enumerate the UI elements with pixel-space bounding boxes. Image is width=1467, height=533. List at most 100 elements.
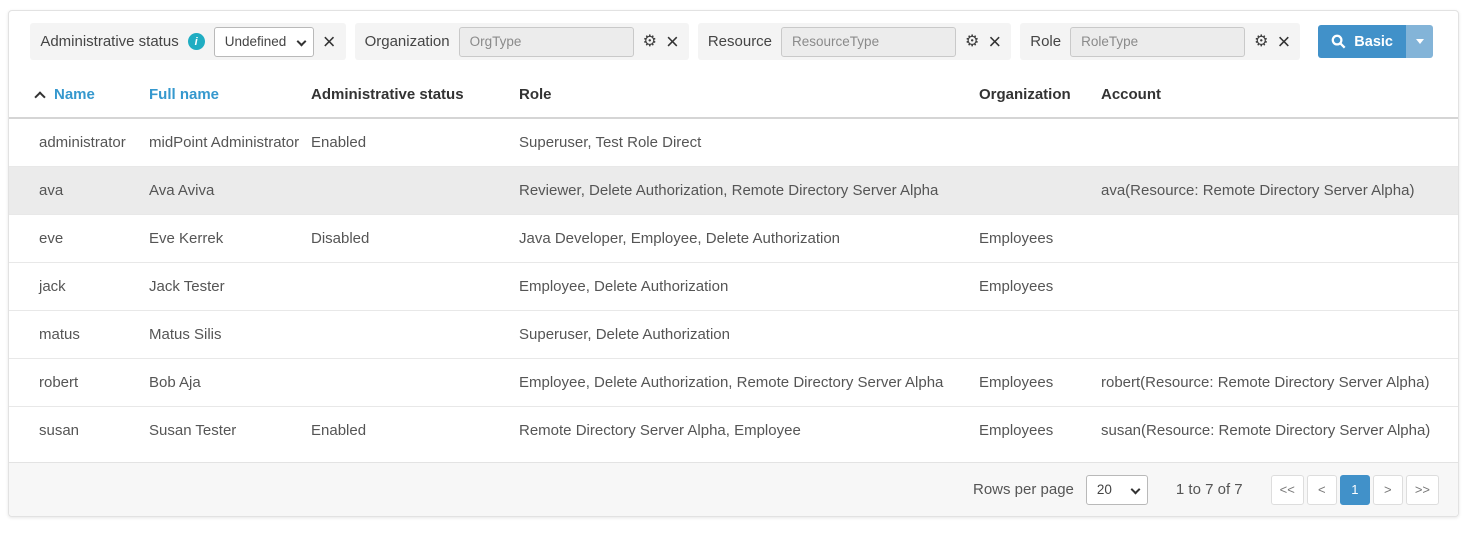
table-row[interactable]: jack Jack Tester Employee, Delete Author… bbox=[9, 263, 1458, 311]
cell-full-name: Susan Tester bbox=[141, 407, 303, 455]
cell-role: Superuser, Test Role Direct bbox=[511, 118, 971, 167]
cell-account bbox=[1093, 215, 1458, 263]
cell-name: matus bbox=[9, 311, 141, 359]
search-icon bbox=[1331, 34, 1346, 49]
table-row[interactable]: eve Eve Kerrek Disabled Java Developer, … bbox=[9, 215, 1458, 263]
filter-resource: Resource ⚙ × bbox=[698, 23, 1011, 60]
remove-resource-filter-icon[interactable]: × bbox=[988, 31, 1001, 53]
cell-full-name: Matus Silis bbox=[141, 311, 303, 359]
pagination-next-button[interactable]: > bbox=[1373, 475, 1403, 505]
resource-input[interactable] bbox=[781, 27, 956, 57]
column-name-link[interactable]: Name bbox=[54, 86, 95, 103]
cell-organization: Employees bbox=[971, 263, 1093, 311]
filter-organization-label: Organization bbox=[365, 33, 450, 50]
cell-organization: Employees bbox=[971, 359, 1093, 407]
resource-settings-gear-icon[interactable]: ⚙ bbox=[965, 34, 979, 50]
cell-role: Java Developer, Employee, Delete Authori… bbox=[511, 215, 971, 263]
cell-full-name: Jack Tester bbox=[141, 263, 303, 311]
pagination-range-text: 1 to 7 of 7 bbox=[1176, 481, 1243, 498]
pagination-last-button[interactable]: >> bbox=[1406, 475, 1439, 505]
column-header-full-name: Full name bbox=[141, 72, 303, 118]
cell-organization bbox=[971, 118, 1093, 167]
column-header-name: Name bbox=[9, 72, 141, 118]
table-footer: Rows per page 20 1 to 7 of 7 << < 1 > >> bbox=[9, 462, 1458, 516]
user-table-body: administrator midPoint Administrator Ena… bbox=[9, 118, 1458, 454]
cell-admin-status: Enabled bbox=[303, 118, 511, 167]
cell-account bbox=[1093, 118, 1458, 167]
pagination-first-button[interactable]: << bbox=[1271, 475, 1304, 505]
table-row[interactable]: matus Matus Silis Superuser, Delete Auth… bbox=[9, 311, 1458, 359]
table-row[interactable]: administrator midPoint Administrator Ena… bbox=[9, 118, 1458, 167]
cell-name: ava bbox=[9, 167, 141, 215]
table-row[interactable]: susan Susan Tester Enabled Remote Direct… bbox=[9, 407, 1458, 455]
role-input[interactable] bbox=[1070, 27, 1245, 57]
cell-full-name: Bob Aja bbox=[141, 359, 303, 407]
column-header-admin-status: Administrative status bbox=[303, 72, 511, 118]
search-mode-dropdown-button[interactable] bbox=[1406, 25, 1433, 58]
filter-role: Role ⚙ × bbox=[1020, 23, 1300, 60]
filter-resource-label: Resource bbox=[708, 33, 772, 50]
pagination-page-1-button[interactable]: 1 bbox=[1340, 475, 1370, 505]
cell-organization bbox=[971, 167, 1093, 215]
role-settings-gear-icon[interactable]: ⚙ bbox=[1254, 34, 1268, 50]
cell-admin-status bbox=[303, 359, 511, 407]
cell-admin-status: Enabled bbox=[303, 407, 511, 455]
cell-full-name: Eve Kerrek bbox=[141, 215, 303, 263]
rows-per-page-select[interactable]: 20 bbox=[1086, 475, 1148, 505]
cell-role: Employee, Delete Authorization bbox=[511, 263, 971, 311]
cell-organization: Employees bbox=[971, 215, 1093, 263]
caret-down-icon bbox=[1416, 39, 1424, 44]
pagination-prev-button[interactable]: < bbox=[1307, 475, 1337, 505]
search-filter-bar: Administrative status i Undefined × Orga… bbox=[9, 11, 1458, 72]
cell-full-name: Ava Aviva bbox=[141, 167, 303, 215]
cell-name: eve bbox=[9, 215, 141, 263]
rows-per-page: Rows per page 20 bbox=[973, 475, 1148, 505]
info-icon[interactable]: i bbox=[188, 33, 205, 50]
users-panel: Administrative status i Undefined × Orga… bbox=[8, 10, 1459, 517]
organization-input[interactable] bbox=[459, 27, 634, 57]
column-header-account: Account bbox=[1093, 72, 1458, 118]
sort-ascending-icon[interactable] bbox=[34, 91, 45, 102]
cell-account bbox=[1093, 263, 1458, 311]
basic-search-label: Basic bbox=[1354, 34, 1393, 50]
cell-name: susan bbox=[9, 407, 141, 455]
cell-name: robert bbox=[9, 359, 141, 407]
remove-role-filter-icon[interactable]: × bbox=[1277, 31, 1290, 53]
cell-account bbox=[1093, 311, 1458, 359]
filter-role-label: Role bbox=[1030, 33, 1061, 50]
cell-role: Remote Directory Server Alpha, Employee bbox=[511, 407, 971, 455]
table-header-row: Name Full name Administrative status Rol… bbox=[9, 72, 1458, 118]
filter-admin-status: Administrative status i Undefined × bbox=[30, 23, 345, 60]
pagination: << < 1 > >> bbox=[1271, 475, 1439, 505]
column-header-role: Role bbox=[511, 72, 971, 118]
cell-admin-status bbox=[303, 263, 511, 311]
cell-name: administrator bbox=[9, 118, 141, 167]
column-full-name-link[interactable]: Full name bbox=[149, 86, 219, 103]
organization-settings-gear-icon[interactable]: ⚙ bbox=[643, 34, 657, 50]
filter-organization: Organization ⚙ × bbox=[355, 23, 689, 60]
cell-name: jack bbox=[9, 263, 141, 311]
search-split-button: Basic bbox=[1318, 25, 1433, 58]
basic-search-button[interactable]: Basic bbox=[1318, 25, 1406, 58]
cell-admin-status bbox=[303, 167, 511, 215]
column-header-organization: Organization bbox=[971, 72, 1093, 118]
admin-status-select[interactable]: Undefined bbox=[214, 27, 314, 57]
cell-organization: Employees bbox=[971, 407, 1093, 455]
rows-per-page-label: Rows per page bbox=[973, 481, 1074, 498]
cell-account: ava(Resource: Remote Directory Server Al… bbox=[1093, 167, 1458, 215]
remove-organization-filter-icon[interactable]: × bbox=[666, 31, 679, 53]
cell-role: Superuser, Delete Authorization bbox=[511, 311, 971, 359]
cell-full-name: midPoint Administrator bbox=[141, 118, 303, 167]
cell-role: Reviewer, Delete Authorization, Remote D… bbox=[511, 167, 971, 215]
cell-admin-status: Disabled bbox=[303, 215, 511, 263]
table-row[interactable]: ava Ava Aviva Reviewer, Delete Authoriza… bbox=[9, 167, 1458, 215]
cell-account: robert(Resource: Remote Directory Server… bbox=[1093, 359, 1458, 407]
users-table: Name Full name Administrative status Rol… bbox=[9, 72, 1458, 454]
cell-organization bbox=[971, 311, 1093, 359]
filter-admin-status-label: Administrative status bbox=[40, 33, 178, 50]
table-row[interactable]: robert Bob Aja Employee, Delete Authoriz… bbox=[9, 359, 1458, 407]
cell-admin-status bbox=[303, 311, 511, 359]
remove-admin-status-filter-icon[interactable]: × bbox=[323, 31, 336, 53]
cell-account: susan(Resource: Remote Directory Server … bbox=[1093, 407, 1458, 455]
cell-role: Employee, Delete Authorization, Remote D… bbox=[511, 359, 971, 407]
